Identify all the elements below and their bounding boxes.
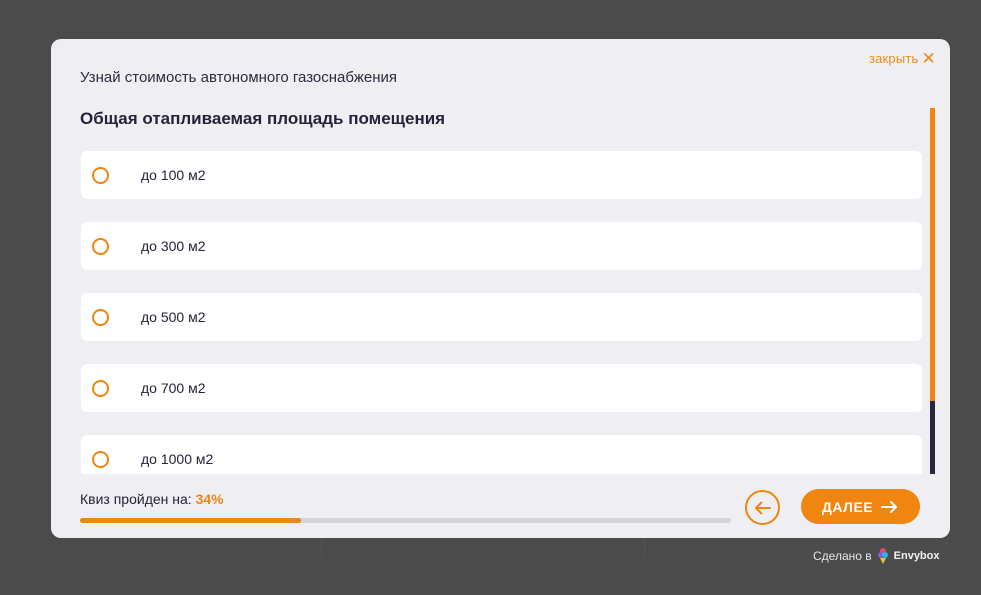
arrow-right-icon <box>881 500 898 513</box>
radio-button[interactable] <box>92 379 109 397</box>
arrow-left-icon <box>755 501 771 514</box>
progress-percent: 34% <box>195 491 224 507</box>
made-by-text: Сделано в <box>813 549 872 563</box>
radio-button[interactable] <box>92 450 109 468</box>
close-label: закрыть <box>868 51 919 66</box>
back-button[interactable] <box>745 490 780 525</box>
brand-name: Envybox <box>893 550 940 562</box>
option-item[interactable]: до 500 м2 <box>81 293 922 341</box>
option-item[interactable]: до 700 м2 <box>81 364 922 412</box>
progress-bar <box>80 518 731 523</box>
option-label: до 100 м2 <box>141 167 206 183</box>
progress-label: Квиз пройден на: <box>80 491 192 507</box>
question-title: Общая отапливаемая площадь помещения <box>80 109 446 128</box>
made-by-link[interactable]: Сделано в Envybox <box>813 548 940 564</box>
envybox-logo-icon <box>877 548 888 564</box>
next-button[interactable]: ДАЛЕЕ <box>801 489 920 524</box>
scrollbar-thumb[interactable] <box>930 108 935 401</box>
quiz-subtitle: Узнай стоимость автономного газоснабжени… <box>80 69 397 86</box>
close-icon: ✕ <box>921 48 936 68</box>
options-scrollbar[interactable] <box>930 108 935 474</box>
option-label: до 1000 м2 <box>141 451 214 467</box>
background-divider <box>644 538 645 558</box>
radio-button[interactable] <box>92 237 109 255</box>
option-label: до 700 м2 <box>141 380 206 396</box>
background-divider <box>321 538 322 558</box>
close-button[interactable]: закрыть ✕ <box>868 48 936 68</box>
option-label: до 300 м2 <box>141 238 206 254</box>
progress-fill <box>80 518 302 523</box>
progress-text: Квиз пройден на: 34% <box>80 491 224 507</box>
radio-button[interactable] <box>92 166 109 184</box>
radio-button[interactable] <box>92 308 109 326</box>
quiz-modal: закрыть ✕ Узнай стоимость автономного га… <box>51 39 950 538</box>
next-label: ДАЛЕЕ <box>821 498 874 515</box>
option-item[interactable]: до 1000 м2 <box>81 435 922 474</box>
options-list: до 100 м2 до 300 м2 до 500 м2 до 700 м2 … <box>81 151 923 474</box>
option-item[interactable]: до 300 м2 <box>81 222 922 270</box>
option-item[interactable]: до 100 м2 <box>81 151 922 199</box>
option-label: до 500 м2 <box>141 309 206 325</box>
